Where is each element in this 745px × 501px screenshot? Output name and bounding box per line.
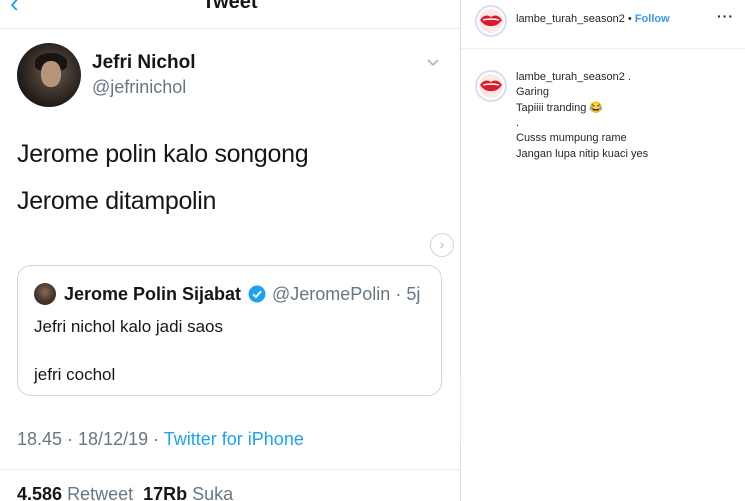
chevron-right-icon[interactable]: › bbox=[430, 233, 454, 257]
page-title: Tweet bbox=[202, 0, 258, 13]
caption-line: Cusss mumpung rame bbox=[516, 132, 627, 144]
tweet-text-line: Jerome ditampolin bbox=[17, 187, 217, 215]
retweet-count[interactable]: 4.586 bbox=[17, 484, 62, 501]
tweet-panel: ‹ Tweet Jefri Nichol @jefrinichol Jerome… bbox=[0, 0, 460, 501]
caption-line: Jangan lupa nitip kuaci yes bbox=[516, 148, 649, 160]
lips-logo-icon bbox=[480, 80, 502, 92]
quoted-handle-time: @JeromePolin · 5j bbox=[272, 284, 421, 304]
caption-line: . bbox=[516, 117, 520, 129]
quoted-avatar bbox=[34, 283, 56, 305]
tweet-text-line: Jerome polin kalo songong bbox=[17, 140, 309, 168]
retweet-label[interactable]: Retweet bbox=[67, 484, 133, 501]
caption-line: Garing bbox=[516, 86, 550, 98]
tweet-source-link[interactable]: Twitter for iPhone bbox=[164, 429, 304, 449]
tweet-timestamp: 18.45 · 18/12/19 · Twitter for iPhone bbox=[17, 429, 304, 449]
instagram-username: lambe_turah_season2 • Follow bbox=[516, 13, 670, 25]
instagram-header: lambe_turah_season2 • Follow ··· bbox=[461, 0, 745, 49]
caption-avatar[interactable] bbox=[475, 70, 507, 102]
quoted-author-name: Jerome Polin Sijabat bbox=[64, 284, 242, 304]
like-count[interactable]: 17Rb bbox=[143, 484, 187, 501]
follow-button[interactable]: Follow bbox=[635, 13, 670, 25]
author-name[interactable]: Jefri Nichol bbox=[92, 52, 195, 74]
divider bbox=[0, 469, 460, 470]
author-avatar[interactable] bbox=[17, 43, 81, 107]
quoted-text-line: Jefri nichol kalo jadi saos bbox=[34, 317, 223, 336]
verified-badge-icon bbox=[248, 285, 266, 303]
lips-logo-icon bbox=[480, 15, 502, 27]
author-handle[interactable]: @jefrinichol bbox=[92, 77, 186, 98]
caption-username[interactable]: lambe_turah_season2 . bbox=[516, 71, 631, 83]
avatar[interactable] bbox=[475, 5, 507, 37]
quoted-text-line: jefri cochol bbox=[34, 365, 116, 384]
more-options-icon[interactable]: ··· bbox=[717, 8, 734, 24]
like-label[interactable]: Suka bbox=[192, 484, 233, 501]
chevron-down-icon[interactable] bbox=[426, 56, 440, 70]
quoted-tweet[interactable]: Jerome Polin Sijabat @JeromePolin · 5j J… bbox=[17, 265, 442, 396]
tweet-header: ‹ Tweet bbox=[0, 0, 460, 29]
username-link[interactable]: lambe_turah_season2 bbox=[516, 13, 625, 25]
caption-line: Tapiiii tranding 😂 bbox=[516, 102, 604, 114]
tweet-stats: 4.586 Retweet 17Rb Suka bbox=[17, 484, 233, 501]
instagram-panel: lambe_turah_season2 • Follow ··· lambe_t… bbox=[461, 0, 745, 501]
